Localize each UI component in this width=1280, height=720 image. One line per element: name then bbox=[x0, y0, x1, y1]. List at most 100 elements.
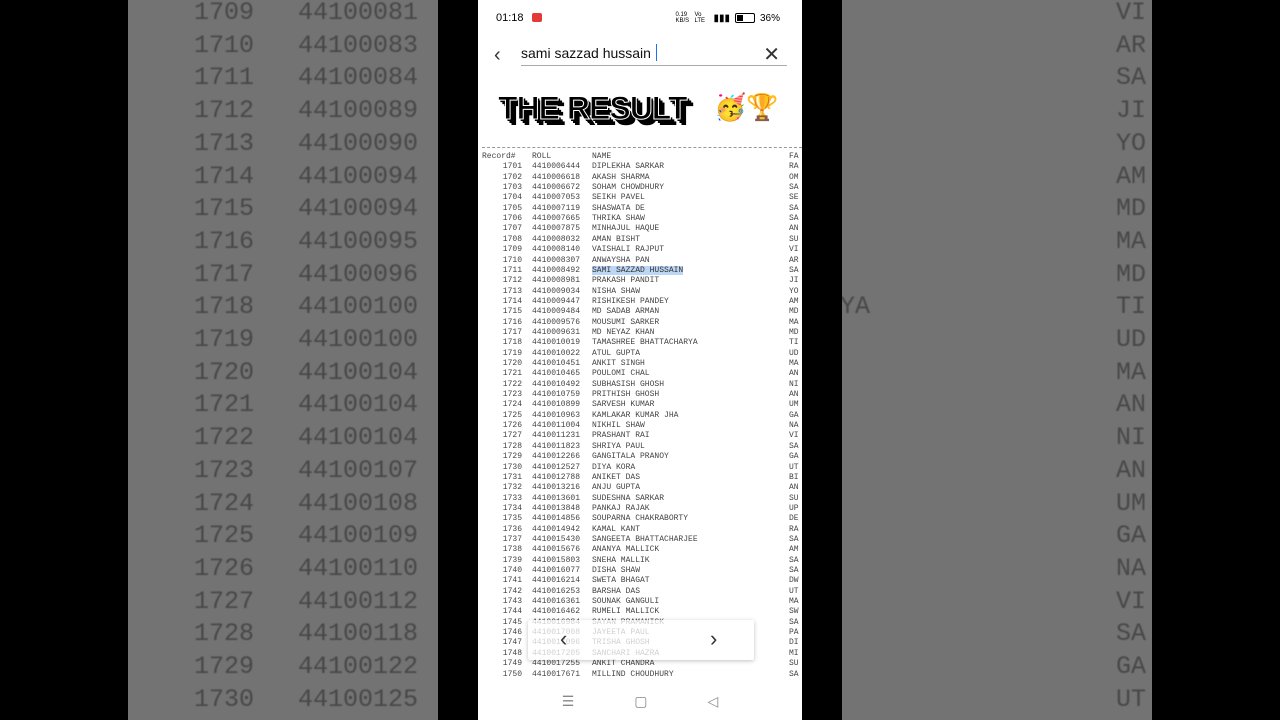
student-name: SHASWATA DE bbox=[592, 203, 645, 213]
menu-icon[interactable]: ☰ bbox=[562, 693, 575, 710]
record-number: 1710 bbox=[502, 255, 522, 265]
student-name: TAMASHREE BHATTACHARYA bbox=[592, 338, 698, 348]
student-name: ANJU GUPTA bbox=[592, 483, 641, 493]
table-row: 1729 4410012266 GANGITALA PRANOY GA bbox=[478, 452, 802, 462]
roll-number: 4410008307 bbox=[532, 255, 581, 265]
header-father: FA bbox=[789, 152, 799, 161]
back-icon[interactable]: ◁ bbox=[708, 693, 719, 710]
father-name: VI bbox=[789, 431, 799, 441]
roll-number: 4410010759 bbox=[532, 390, 581, 400]
table-row: 1739 4410015803 SNEHA MALLIK SA bbox=[478, 556, 802, 566]
table-row: 1717 4410009631 MD NEYAZ KHAN MD bbox=[478, 328, 802, 338]
table-row: 1713 4410009034 NISHA SHAW YO bbox=[478, 287, 802, 297]
roll-number: 4410010963 bbox=[532, 410, 581, 420]
table-row: 1719 4410010022 ATUL GUPTA UD bbox=[478, 349, 802, 359]
roll-number: 4410009484 bbox=[532, 307, 581, 317]
table-row: 1709 4410008140 VAISHALI RAJPUT VI bbox=[478, 245, 802, 255]
text-cursor bbox=[656, 44, 657, 61]
roll-number: 4410006672 bbox=[532, 183, 581, 193]
father-name: UP bbox=[789, 503, 799, 513]
header-roll: ROLL bbox=[532, 152, 552, 161]
father-name: BI bbox=[789, 472, 799, 482]
previous-match-icon[interactable]: ‹ bbox=[560, 626, 567, 652]
table-row: 1716 4410009576 MOUSUMI SARKER MA bbox=[478, 318, 802, 328]
record-number: 1730 bbox=[502, 462, 522, 472]
table-row: 1742 4410016253 BARSHA DAS UT bbox=[478, 587, 802, 597]
record-number: 1741 bbox=[502, 576, 522, 586]
father-name: NA bbox=[789, 421, 799, 431]
father-name: SA bbox=[789, 669, 799, 679]
table-row: 1749 4410017255 ANKIT CHANDRA SU bbox=[478, 659, 802, 669]
record-number: 1707 bbox=[502, 224, 522, 234]
roll-number: 4410010492 bbox=[532, 379, 581, 389]
table-row: 1710 4410008307 ANWAYSHA PAN AR bbox=[478, 256, 802, 266]
roll-number: 4410006444 bbox=[532, 162, 581, 172]
father-name: RA bbox=[789, 524, 799, 534]
father-name: SU bbox=[789, 659, 799, 669]
father-name: AN bbox=[789, 483, 799, 493]
background-right-panel: VI AR SA JI YO AM MD MA MD TI UD MA AN NI AN UM GA NA VI SA… bbox=[842, 0, 1152, 720]
phone-screen: 01:18 0.19 KB/S Vo LTE ▮▮▮ 36% ‹ ✕ THE R… bbox=[478, 0, 802, 720]
table-row: 1750 4410017671 MILLIND CHOUDHURY SA bbox=[478, 670, 802, 680]
table-row: 1740 4410016077 DISHA SHAW SA bbox=[478, 566, 802, 576]
record-number: 1731 bbox=[502, 472, 522, 482]
record-number: 1724 bbox=[502, 400, 522, 410]
student-name: ANWAYSHA PAN bbox=[592, 255, 650, 265]
father-name: SA bbox=[789, 617, 799, 627]
record-number: 1742 bbox=[502, 586, 522, 596]
record-number: 1714 bbox=[502, 296, 522, 306]
father-name: UT bbox=[789, 462, 799, 472]
table-row: 1735 4410014856 SOUPARNA CHAKRABORTY DE bbox=[478, 514, 802, 524]
close-icon[interactable]: ✕ bbox=[763, 42, 780, 67]
father-name: AN bbox=[789, 369, 799, 379]
record-number: 1738 bbox=[502, 545, 522, 555]
search-input[interactable] bbox=[521, 45, 741, 61]
roll-number: 4410008981 bbox=[532, 276, 581, 286]
record-number: 1729 bbox=[502, 452, 522, 462]
roll-number: 4410007119 bbox=[532, 203, 581, 213]
record-number: 1749 bbox=[502, 659, 522, 669]
student-name: POULOMI CHAL bbox=[592, 369, 650, 379]
record-number: 1737 bbox=[502, 534, 522, 544]
student-name: DIPLEKHA SARKAR bbox=[592, 162, 665, 172]
father-name: AN bbox=[789, 224, 799, 234]
student-name: VAISHALI RAJPUT bbox=[592, 245, 665, 255]
student-name: SANGEETA BHATTACHARJEE bbox=[592, 534, 698, 544]
father-name: UT bbox=[789, 586, 799, 596]
student-name: RUMELI MALLICK bbox=[592, 607, 660, 617]
student-name: SNEHA MALLIK bbox=[592, 555, 650, 565]
student-name: NISHA SHAW bbox=[592, 286, 641, 296]
table-row: 1732 4410013216 ANJU GUPTA AN bbox=[478, 483, 802, 493]
record-number: 1716 bbox=[502, 317, 522, 327]
student-name: SWETA BHAGAT bbox=[592, 576, 650, 586]
student-name: DIYA KORA bbox=[592, 462, 636, 472]
father-name: SA bbox=[789, 183, 799, 193]
record-number: 1736 bbox=[502, 524, 522, 534]
student-name: PRASHANT RAI bbox=[592, 431, 650, 441]
record-number: 1702 bbox=[502, 172, 522, 182]
student-name: ANKIT SINGH bbox=[592, 359, 645, 368]
student-name: MD NEYAZ KHAN bbox=[592, 327, 655, 337]
father-name: TI bbox=[789, 338, 799, 348]
father-name: DW bbox=[789, 576, 799, 586]
roll-number: 4410015803 bbox=[532, 555, 581, 565]
table-header: Record# ROLL NAME FA bbox=[478, 152, 802, 162]
father-name: SA bbox=[789, 214, 799, 224]
record-number: 1701 bbox=[502, 162, 522, 172]
record-number: 1721 bbox=[502, 369, 522, 379]
father-name: MD bbox=[789, 327, 799, 337]
record-number: 1740 bbox=[502, 566, 522, 575]
roll-number: 4410016077 bbox=[532, 566, 581, 575]
table-row: 1715 4410009484 MD SADAB ARMAN MD bbox=[478, 307, 802, 317]
roll-number: 4410008492 bbox=[532, 265, 581, 275]
roll-number: 4410010465 bbox=[532, 369, 581, 379]
next-match-icon[interactable]: › bbox=[710, 626, 717, 652]
home-icon[interactable]: ▢ bbox=[634, 693, 647, 710]
back-arrow-icon[interactable]: ‹ bbox=[494, 44, 501, 67]
background-dim-overlay bbox=[128, 0, 438, 720]
roll-number: 4410015430 bbox=[532, 534, 581, 544]
father-name: NI bbox=[789, 379, 799, 389]
table-row: 1721 4410010465 POULOMI CHAL AN bbox=[478, 369, 802, 379]
roll-number: 4410008140 bbox=[532, 245, 581, 255]
roll-number: 4410009576 bbox=[532, 317, 581, 327]
